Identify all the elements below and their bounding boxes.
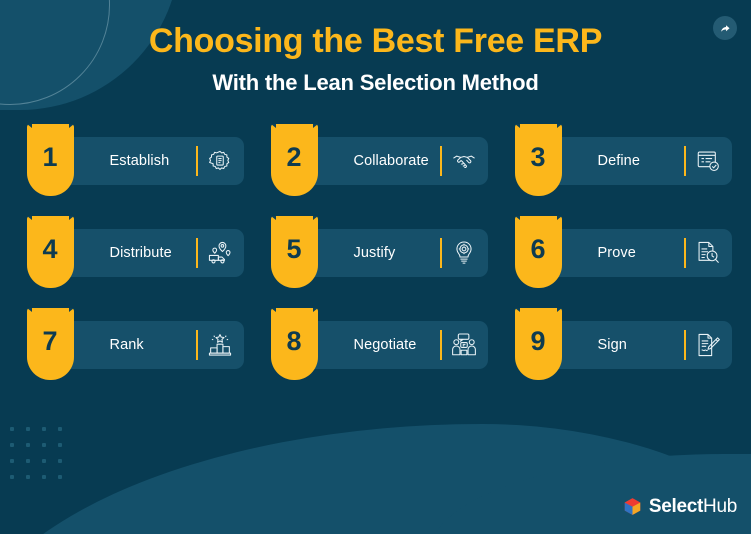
step-number-badge: 8	[270, 308, 318, 381]
document-pen-icon	[692, 329, 724, 361]
step-card[interactable]: Prove 6	[508, 216, 732, 289]
step-number-badge: 9	[514, 308, 562, 381]
step-label: Negotiate	[353, 337, 417, 354]
step-number: 8	[286, 326, 302, 357]
step-number-badge: 1	[26, 124, 74, 197]
document-magnifier-icon	[692, 237, 724, 269]
step-number-badge: 2	[270, 124, 318, 197]
step-label: Collaborate	[353, 153, 429, 170]
step-divider	[439, 330, 442, 361]
step-card[interactable]: Justify 5	[264, 216, 488, 289]
hexagon-cube-icon	[623, 497, 642, 516]
step-label: Prove	[597, 245, 636, 262]
step-number: 6	[530, 234, 546, 265]
delivery-truck-map-icon	[204, 237, 236, 269]
step-divider	[195, 146, 198, 177]
step-number: 2	[286, 142, 302, 173]
step-divider	[683, 238, 686, 269]
step-card[interactable]: Define 3	[508, 124, 732, 197]
step-label: Sign	[597, 337, 627, 354]
logo-light-text: Hub	[703, 496, 737, 517]
step-number-badge: 3	[514, 124, 562, 197]
step-card[interactable]: Negotiate 8	[264, 308, 488, 381]
gear-document-icon	[204, 145, 236, 177]
step-number-badge: 7	[26, 308, 74, 381]
step-divider	[439, 238, 442, 269]
selecthub-wordmark: SelectHub	[649, 497, 737, 516]
step-number: 5	[286, 234, 302, 265]
step-divider	[195, 330, 198, 361]
step-number-badge: 6	[514, 216, 562, 289]
negotiation-people-icon	[448, 329, 480, 361]
step-number-badge: 5	[270, 216, 318, 289]
lightbulb-target-icon	[448, 237, 480, 269]
steps-grid: Establish 1 Collaborate 2 Define 3 Distr…	[20, 124, 732, 381]
step-label: Rank	[109, 337, 144, 354]
step-card[interactable]: Distribute 4	[20, 216, 244, 289]
step-card[interactable]: Establish 1	[20, 124, 244, 197]
step-label: Justify	[353, 245, 396, 262]
step-divider	[683, 146, 686, 177]
infographic-canvas: Choosing the Best Free ERP With the Lean…	[0, 0, 751, 534]
step-number: 3	[530, 142, 546, 173]
page-subtitle: With the Lean Selection Method	[212, 70, 539, 96]
step-number: 7	[42, 326, 58, 357]
step-divider	[683, 330, 686, 361]
step-divider	[195, 238, 198, 269]
handshake-icon	[448, 145, 480, 177]
header: Choosing the Best Free ERP With the Lean…	[0, 0, 751, 96]
checklist-approved-icon	[692, 145, 724, 177]
podium-star-icon	[204, 329, 236, 361]
share-button[interactable]	[713, 16, 737, 40]
logo-bold-text: Select	[648, 496, 704, 517]
step-label: Establish	[109, 153, 170, 170]
decorative-dot-grid	[10, 427, 68, 485]
page-title: Choosing the Best Free ERP	[148, 22, 603, 60]
step-label: Distribute	[109, 245, 172, 262]
step-label: Define	[597, 153, 641, 170]
step-number: 9	[530, 326, 546, 357]
share-arrow-icon	[719, 22, 732, 35]
step-card[interactable]: Sign 9	[508, 308, 732, 381]
step-number: 4	[42, 234, 58, 265]
step-number-badge: 4	[26, 216, 74, 289]
step-card[interactable]: Rank 7	[20, 308, 244, 381]
step-number: 1	[42, 142, 58, 173]
selecthub-logo[interactable]: SelectHub	[623, 497, 737, 516]
step-card[interactable]: Collaborate 2	[264, 124, 488, 197]
step-divider	[439, 146, 442, 177]
